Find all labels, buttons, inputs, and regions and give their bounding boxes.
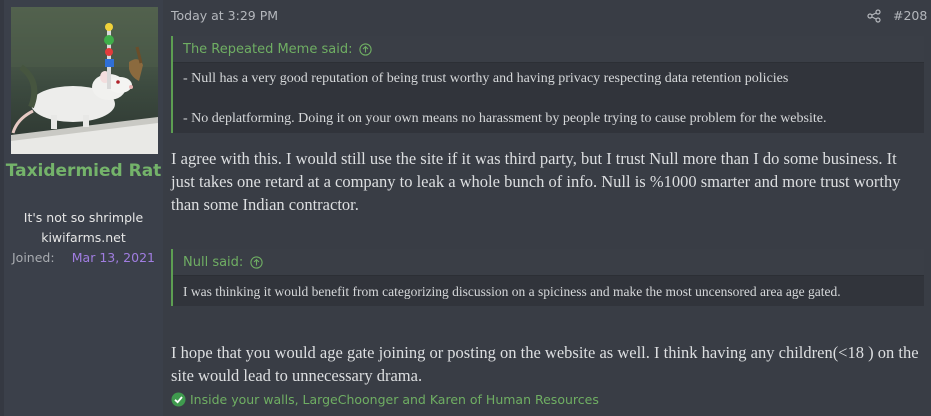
quote-body: I was thinking it would benefit from cat… xyxy=(183,284,841,299)
quote-block: Null said: I was thinking it would benef… xyxy=(171,249,924,306)
post-number-link[interactable]: #208 xyxy=(893,8,927,23)
share-icon[interactable] xyxy=(867,9,881,23)
post-message: I agree with this. I would still use the… xyxy=(171,149,901,214)
quote-author: The Repeated Meme said: xyxy=(183,41,353,57)
quote-body: - Null has a very good reputation of bei… xyxy=(173,63,924,133)
quote-header[interactable]: Null said: xyxy=(173,249,924,276)
arrow-up-circle-icon[interactable] xyxy=(250,255,263,269)
post-message: I hope that you would age gate joining o… xyxy=(171,343,919,385)
reaction-users: Inside your walls, LargeChoonger and Kar… xyxy=(190,392,599,407)
rat-avatar-image xyxy=(11,7,158,154)
forum-post: Taxidermied Rat It's not so shrimple kiw… xyxy=(0,0,931,416)
post-timestamp[interactable]: Today at 3:29 PM xyxy=(171,8,278,23)
user-sidebar: Taxidermied Rat It's not so shrimple kiw… xyxy=(4,0,164,416)
quote-line: - Null has a very good reputation of bei… xyxy=(183,71,789,86)
quote-block: The Repeated Meme said: - Null has a ver… xyxy=(171,36,924,133)
joined-label: Joined: xyxy=(12,250,55,265)
check-circle-icon xyxy=(171,392,186,407)
quote-line: - No deplatforming. Doing it on your own… xyxy=(183,111,827,126)
post-content: Today at 3:29 PM #208 The Repeated Meme … xyxy=(163,0,931,416)
quote-header[interactable]: The Repeated Meme said: xyxy=(173,36,924,63)
user-title: It's not so shrimple xyxy=(23,210,144,225)
user-site: kiwifarms.net xyxy=(41,230,126,245)
reaction-summary[interactable]: Inside your walls, LargeChoonger and Kar… xyxy=(171,392,599,407)
arrow-up-circle-icon[interactable] xyxy=(359,42,373,56)
quote-author: Null said: xyxy=(183,254,244,270)
user-avatar[interactable] xyxy=(11,7,158,154)
username[interactable]: Taxidermied Rat xyxy=(4,159,163,184)
joined-date: Mar 13, 2021 xyxy=(71,250,155,265)
